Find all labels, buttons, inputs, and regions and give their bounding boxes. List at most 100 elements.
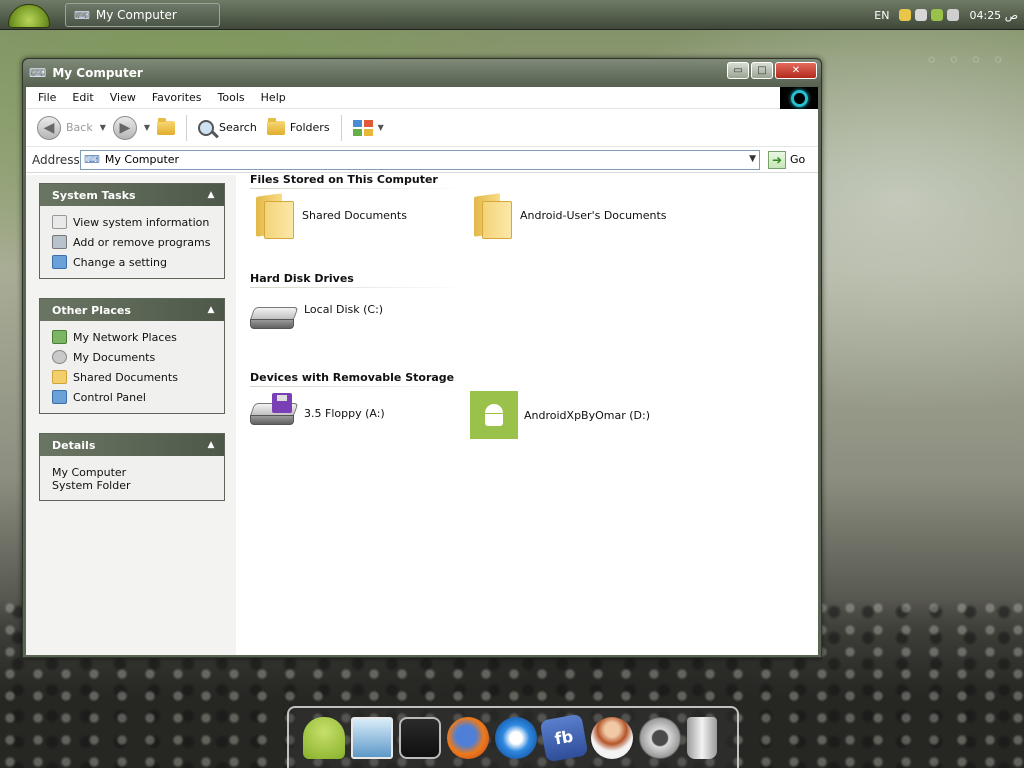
place-network-places[interactable]: My Network Places <box>52 327 224 347</box>
forward-arrow-icon: ▶ <box>112 115 137 140</box>
menu-file[interactable]: File <box>30 91 64 104</box>
item-label: 3.5 Floppy (A:) <box>304 406 385 420</box>
internet-explorer-icon[interactable] <box>495 717 537 759</box>
folder-icon <box>52 370 67 384</box>
trash-icon[interactable] <box>687 717 717 759</box>
place-shared-documents[interactable]: Shared Documents <box>52 367 224 387</box>
group-divider <box>250 386 466 387</box>
up-folder-icon <box>157 117 176 135</box>
floppy-drive-icon <box>249 393 299 433</box>
monitor-icon[interactable] <box>351 717 393 759</box>
system-tasks-header[interactable]: System Tasks ▲ <box>40 184 224 206</box>
menu-edit[interactable]: Edit <box>64 91 101 104</box>
maximize-button[interactable]: □ <box>751 62 773 79</box>
system-tasks-panel: System Tasks ▲ View system information A… <box>39 183 225 279</box>
task-change-setting[interactable]: Change a setting <box>52 252 224 272</box>
address-label: Address <box>32 152 80 167</box>
network-places-icon <box>52 330 67 344</box>
views-dropdown-icon: ▼ <box>377 123 384 132</box>
forward-button[interactable]: ▶ <box>110 115 140 140</box>
minimize-button[interactable]: ▭ <box>727 62 749 79</box>
start-button[interactable] <box>8 4 50 28</box>
chevron-up-icon[interactable]: ▲ <box>204 303 218 317</box>
system-tasks-body: View system information Add or remove pr… <box>40 206 224 278</box>
wallpaper-watermark: ◦ ◦ ◦ ◦ <box>925 48 1006 72</box>
control-panel-icon <box>52 390 67 404</box>
item-floppy-a[interactable]: 3.5 Floppy (A:) <box>249 393 385 433</box>
place-label: Shared Documents <box>73 370 178 384</box>
support-agent-icon[interactable] <box>591 717 633 759</box>
views-button[interactable]: ▼ <box>350 119 387 136</box>
folders-button[interactable]: Folders <box>264 117 333 135</box>
clock[interactable]: ص 04:25 <box>969 9 1018 22</box>
item-android-drive-d[interactable]: AndroidXpByOmar (D:) <box>470 391 650 439</box>
task-view-system-info[interactable]: View system information <box>52 212 224 232</box>
network-icon[interactable] <box>899 9 912 21</box>
explorer-window: ⌨ My Computer ▭ □ ✕ File Edit View Favor… <box>22 58 822 658</box>
menu-favorites[interactable]: Favorites <box>144 91 210 104</box>
menu-tools[interactable]: Tools <box>210 91 253 104</box>
item-shared-documents[interactable]: Shared Documents <box>252 193 407 239</box>
dock: fb <box>287 706 739 768</box>
my-documents-icon <box>52 350 67 364</box>
details-body: My Computer System Folder <box>40 456 224 500</box>
close-button[interactable]: ✕ <box>775 62 817 79</box>
item-local-disk-c[interactable]: Local Disk (C:) <box>249 297 384 337</box>
back-arrow-icon: ◀ <box>37 115 61 140</box>
hard-disk-icon <box>249 297 299 337</box>
details-name: My Computer <box>52 466 127 479</box>
volume-icon[interactable] <box>947 9 960 21</box>
gear-icon[interactable] <box>639 717 681 759</box>
toolbar-separator <box>186 114 188 141</box>
android-icon[interactable] <box>303 717 345 759</box>
sync-icon[interactable] <box>915 9 928 21</box>
task-label: View system information <box>73 215 210 229</box>
control-panel-icon <box>52 255 67 269</box>
item-label: Local Disk (C:) <box>304 302 384 316</box>
computer-icon: ⌨ <box>84 153 100 166</box>
task-add-remove-programs[interactable]: Add or remove programs <box>52 232 224 252</box>
address-input[interactable]: ⌨ My Computer ▼ <box>80 149 760 170</box>
taskbar-window-my-computer[interactable]: ⌨ My Computer <box>65 3 220 27</box>
item-label: Android-User's Documents <box>520 208 667 222</box>
task-label: Add or remove programs <box>73 235 211 249</box>
other-places-header[interactable]: Other Places ▲ <box>40 299 224 321</box>
details-panel: Details ▲ My Computer System Folder <box>39 433 225 501</box>
back-label: Back <box>66 121 93 134</box>
search-button[interactable]: Search <box>195 119 260 136</box>
search-label: Search <box>219 121 257 134</box>
other-places-body: My Network Places My Documents Shared Do… <box>40 321 224 413</box>
facebook-icon[interactable]: fb <box>539 713 589 763</box>
address-dropdown-icon[interactable]: ▼ <box>749 154 756 164</box>
title-bar[interactable]: ⌨ My Computer ▭ □ ✕ <box>23 59 821 87</box>
group-divider <box>250 188 466 189</box>
place-my-documents[interactable]: My Documents <box>52 347 224 367</box>
go-button[interactable]: ➜ Go <box>768 150 805 169</box>
forward-dropdown-icon[interactable]: ▼ <box>144 123 150 132</box>
tablet-icon[interactable] <box>399 717 441 759</box>
chevron-up-icon[interactable]: ▲ <box>204 438 218 452</box>
group-header-files: Files Stored on This Computer <box>250 173 438 186</box>
system-info-icon <box>52 215 67 229</box>
back-button[interactable]: ◀ Back <box>34 115 96 140</box>
go-arrow-icon: ➜ <box>768 150 786 169</box>
computer-icon: ⌨ <box>29 66 47 80</box>
android-tray-icon[interactable] <box>931 9 944 21</box>
explorer-body: System Tasks ▲ View system information A… <box>26 173 818 655</box>
menu-view[interactable]: View <box>102 91 144 104</box>
item-android-user-documents[interactable]: Android-User's Documents <box>470 193 667 239</box>
place-control-panel[interactable]: Control Panel <box>52 387 224 407</box>
views-icon <box>352 119 373 136</box>
folders-icon <box>266 117 285 135</box>
details-header[interactable]: Details ▲ <box>40 434 224 456</box>
menu-bar: File Edit View Favorites Tools Help <box>26 87 818 109</box>
up-folder-button[interactable] <box>154 117 178 135</box>
chevron-up-icon[interactable]: ▲ <box>204 188 218 202</box>
android-drive-icon <box>470 391 518 439</box>
firefox-icon[interactable] <box>447 717 489 759</box>
language-indicator[interactable]: EN <box>874 9 889 22</box>
menu-help[interactable]: Help <box>253 91 294 104</box>
address-bar: Address ⌨ My Computer ▼ ➜ Go <box>26 147 818 173</box>
task-pane: System Tasks ▲ View system information A… <box>26 175 236 655</box>
back-dropdown-icon[interactable]: ▼ <box>100 123 106 132</box>
